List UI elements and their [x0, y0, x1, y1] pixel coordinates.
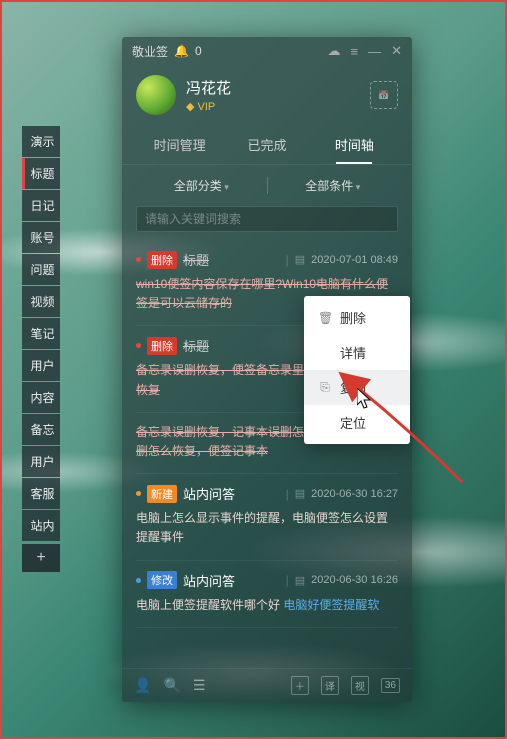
view-icon[interactable]: 视 [351, 676, 369, 695]
separator: | [286, 253, 289, 267]
badge-modify: 修改 [147, 571, 177, 589]
bell-icon[interactable]: 🔔 [174, 44, 189, 58]
close-icon[interactable]: ✕ [391, 43, 402, 59]
badge-new: 新建 [147, 485, 177, 503]
context-menu: 🗑 删除 详情 ⎘ 复制 定位 [304, 296, 410, 444]
trash-icon: 🗑 [318, 311, 332, 325]
sidebar-item[interactable]: 用户 [22, 446, 60, 477]
status-dot [136, 491, 141, 496]
tab-completed[interactable]: 已完成 [223, 129, 310, 164]
sidebar-item[interactable]: 站内 [22, 510, 60, 541]
search-icon[interactable]: 🔍 [163, 677, 180, 694]
cloud-icon[interactable]: ☁ [328, 43, 341, 59]
app-name: 敬业签 [132, 43, 168, 60]
sidebar-add-button[interactable]: + [22, 544, 60, 572]
sidebar-item[interactable]: 用户 [22, 350, 60, 381]
ctx-delete[interactable]: 🗑 删除 [304, 300, 410, 335]
menu-icon[interactable]: ≡ [351, 44, 359, 59]
profile-section: 冯花花 VIP 📅 [122, 65, 412, 129]
separator: | [286, 573, 289, 587]
status-dot [136, 257, 141, 262]
tab-time-manage[interactable]: 时间管理 [136, 129, 223, 164]
ctx-detail[interactable]: 详情 [304, 335, 410, 370]
sidebar: 演示 标题 日记 账号 问题 视频 笔记 用户 内容 备忘 用户 客服 站内 + [22, 126, 60, 572]
timeline-item[interactable]: 修改 站内问答 | ▤ 2020-06-30 16:26 电脑上便签提醒软件哪个… [136, 561, 398, 628]
timeline-item[interactable]: 新建 站内问答 | ▤ 2020-06-30 16:27 电脑上怎么显示事件的提… [136, 474, 398, 560]
item-title: 标题 [183, 250, 209, 269]
search-box[interactable] [136, 206, 398, 232]
search-input[interactable] [145, 212, 389, 226]
item-time: 2020-06-30 16:26 [311, 574, 398, 586]
avatar[interactable] [136, 75, 176, 115]
status-dot [136, 578, 141, 583]
item-body: 电脑上便签提醒软件哪个好 电脑好便签提醒软 [136, 596, 398, 615]
sidebar-item[interactable]: 备忘 [22, 414, 60, 445]
sidebar-item[interactable]: 标题 [22, 158, 60, 189]
vip-badge: VIP [186, 100, 231, 113]
link-text[interactable]: 电脑好便签提醒软 [283, 598, 379, 612]
item-body: 电脑上怎么显示事件的提醒，电脑便签怎么设置提醒事件 [136, 509, 398, 547]
filter-category[interactable]: 全部分类 [136, 177, 267, 194]
add-icon[interactable]: ＋ [291, 676, 309, 695]
sidebar-item[interactable]: 问题 [22, 254, 60, 285]
minimize-icon[interactable]: ― [368, 44, 381, 59]
cursor-icon [357, 388, 375, 412]
tab-timeline[interactable]: 时间轴 [311, 129, 398, 164]
filter-condition[interactable]: 全部条件 [268, 177, 399, 194]
translate-icon[interactable]: 译 [321, 676, 339, 695]
notification-count: 0 [195, 44, 202, 58]
calendar-icon[interactable]: 📅 [370, 81, 398, 109]
calendar-small-icon[interactable]: ☰ [193, 677, 206, 694]
copy-icon: ⎘ [318, 380, 332, 395]
status-dot [136, 343, 141, 348]
user-name: 冯花花 [186, 77, 231, 98]
sidebar-item[interactable]: 演示 [22, 126, 60, 157]
sidebar-item[interactable]: 账号 [22, 222, 60, 253]
ctx-label: 定位 [340, 413, 366, 432]
item-title: 标题 [183, 336, 209, 355]
badge-delete: 删除 [147, 337, 177, 355]
item-time: 2020-07-01 08:49 [311, 254, 398, 266]
tabs: 时间管理 已完成 时间轴 [122, 129, 412, 165]
bottom-toolbar: 👤 🔍 ☰ ＋ 译 视 36 [122, 668, 412, 702]
ctx-label: 详情 [340, 343, 366, 362]
doc-icon: ▤ [295, 487, 305, 500]
badge-delete: 删除 [147, 251, 177, 269]
sidebar-item[interactable]: 内容 [22, 382, 60, 413]
user-icon[interactable]: 👤 [134, 677, 151, 694]
sidebar-item[interactable]: 笔记 [22, 318, 60, 349]
sidebar-item[interactable]: 日记 [22, 190, 60, 221]
sidebar-item[interactable]: 视频 [22, 286, 60, 317]
ctx-label: 删除 [340, 308, 366, 327]
sidebar-item[interactable]: 客服 [22, 478, 60, 509]
doc-icon: ▤ [295, 574, 305, 587]
titlebar: 敬业签 🔔 0 ☁ ≡ ― ✕ [122, 37, 412, 65]
item-title: 站内问答 [183, 571, 235, 590]
separator: | [286, 487, 289, 501]
count-badge: 36 [381, 678, 400, 693]
doc-icon: ▤ [295, 253, 305, 266]
item-title: 站内问答 [183, 484, 235, 503]
filter-row: 全部分类 全部条件 [122, 165, 412, 202]
item-time: 2020-06-30 16:27 [311, 488, 398, 500]
